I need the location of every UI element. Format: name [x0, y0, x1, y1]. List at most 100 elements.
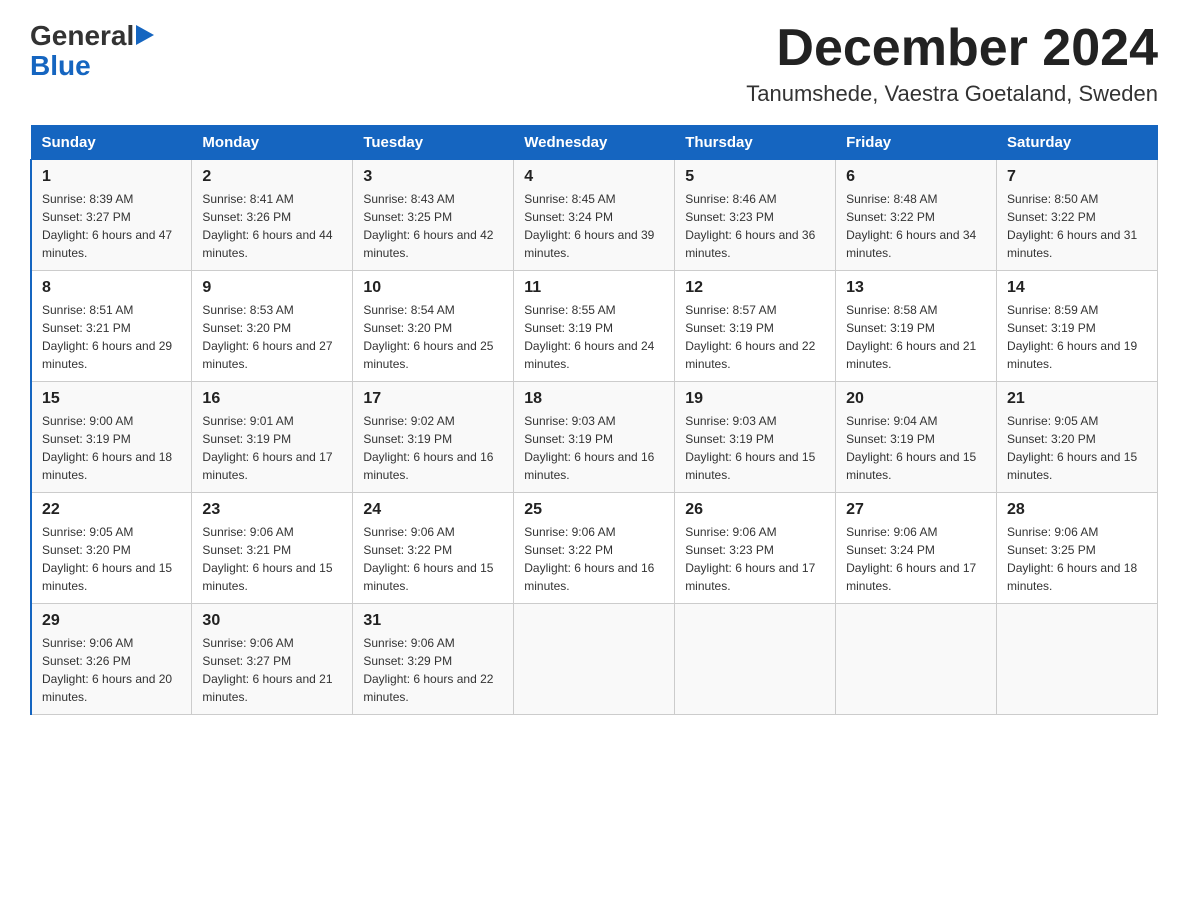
day-number: 25	[524, 501, 664, 519]
column-header-saturday: Saturday	[997, 126, 1158, 160]
day-number: 24	[363, 501, 503, 519]
day-number: 18	[524, 390, 664, 408]
calendar-day-cell: 21 Sunrise: 9:05 AMSunset: 3:20 PMDaylig…	[997, 382, 1158, 493]
calendar-day-cell: 14 Sunrise: 8:59 AMSunset: 3:19 PMDaylig…	[997, 271, 1158, 382]
day-number: 30	[202, 612, 342, 630]
day-info: Sunrise: 9:03 AMSunset: 3:19 PMDaylight:…	[524, 412, 664, 484]
day-number: 17	[363, 390, 503, 408]
calendar-day-cell: 22 Sunrise: 9:05 AMSunset: 3:20 PMDaylig…	[31, 493, 192, 604]
day-info: Sunrise: 9:06 AMSunset: 3:21 PMDaylight:…	[202, 523, 342, 595]
day-info: Sunrise: 9:05 AMSunset: 3:20 PMDaylight:…	[1007, 412, 1147, 484]
calendar-week-row: 1 Sunrise: 8:39 AMSunset: 3:27 PMDayligh…	[31, 160, 1158, 271]
day-info: Sunrise: 8:57 AMSunset: 3:19 PMDaylight:…	[685, 301, 825, 373]
day-info: Sunrise: 9:04 AMSunset: 3:19 PMDaylight:…	[846, 412, 986, 484]
calendar-day-cell: 5 Sunrise: 8:46 AMSunset: 3:23 PMDayligh…	[675, 160, 836, 271]
day-number: 26	[685, 501, 825, 519]
day-number: 20	[846, 390, 986, 408]
calendar-day-cell: 10 Sunrise: 8:54 AMSunset: 3:20 PMDaylig…	[353, 271, 514, 382]
calendar-day-cell: 6 Sunrise: 8:48 AMSunset: 3:22 PMDayligh…	[836, 160, 997, 271]
day-info: Sunrise: 9:06 AMSunset: 3:27 PMDaylight:…	[202, 634, 342, 706]
day-info: Sunrise: 8:50 AMSunset: 3:22 PMDaylight:…	[1007, 190, 1147, 262]
day-info: Sunrise: 8:39 AMSunset: 3:27 PMDaylight:…	[42, 190, 181, 262]
day-number: 15	[42, 390, 181, 408]
day-number: 6	[846, 168, 986, 186]
day-info: Sunrise: 8:59 AMSunset: 3:19 PMDaylight:…	[1007, 301, 1147, 373]
day-info: Sunrise: 9:06 AMSunset: 3:26 PMDaylight:…	[42, 634, 181, 706]
logo-arrow-icon	[136, 25, 154, 45]
column-header-tuesday: Tuesday	[353, 126, 514, 160]
day-number: 23	[202, 501, 342, 519]
day-info: Sunrise: 9:06 AMSunset: 3:22 PMDaylight:…	[524, 523, 664, 595]
day-number: 7	[1007, 168, 1147, 186]
day-number: 13	[846, 279, 986, 297]
calendar-day-cell: 30 Sunrise: 9:06 AMSunset: 3:27 PMDaylig…	[192, 604, 353, 715]
day-info: Sunrise: 8:51 AMSunset: 3:21 PMDaylight:…	[42, 301, 181, 373]
calendar-day-cell: 15 Sunrise: 9:00 AMSunset: 3:19 PMDaylig…	[31, 382, 192, 493]
day-number: 8	[42, 279, 181, 297]
day-number: 10	[363, 279, 503, 297]
day-info: Sunrise: 8:41 AMSunset: 3:26 PMDaylight:…	[202, 190, 342, 262]
day-info: Sunrise: 9:00 AMSunset: 3:19 PMDaylight:…	[42, 412, 181, 484]
location-subtitle: Tanumshede, Vaestra Goetaland, Sweden	[746, 81, 1158, 107]
calendar-week-row: 22 Sunrise: 9:05 AMSunset: 3:20 PMDaylig…	[31, 493, 1158, 604]
column-header-sunday: Sunday	[31, 126, 192, 160]
day-number: 11	[524, 279, 664, 297]
column-header-monday: Monday	[192, 126, 353, 160]
calendar-day-cell: 28 Sunrise: 9:06 AMSunset: 3:25 PMDaylig…	[997, 493, 1158, 604]
day-number: 16	[202, 390, 342, 408]
calendar-day-cell: 23 Sunrise: 9:06 AMSunset: 3:21 PMDaylig…	[192, 493, 353, 604]
calendar-day-cell: 31 Sunrise: 9:06 AMSunset: 3:29 PMDaylig…	[353, 604, 514, 715]
calendar-day-cell	[514, 604, 675, 715]
day-number: 12	[685, 279, 825, 297]
title-block: December 2024 Tanumshede, Vaestra Goetal…	[746, 20, 1158, 107]
calendar-day-cell: 18 Sunrise: 9:03 AMSunset: 3:19 PMDaylig…	[514, 382, 675, 493]
day-info: Sunrise: 8:46 AMSunset: 3:23 PMDaylight:…	[685, 190, 825, 262]
calendar-day-cell	[675, 604, 836, 715]
day-info: Sunrise: 9:06 AMSunset: 3:24 PMDaylight:…	[846, 523, 986, 595]
calendar-day-cell: 26 Sunrise: 9:06 AMSunset: 3:23 PMDaylig…	[675, 493, 836, 604]
day-number: 22	[42, 501, 181, 519]
logo: General Blue	[30, 20, 154, 82]
column-header-friday: Friday	[836, 126, 997, 160]
day-number: 29	[42, 612, 181, 630]
calendar-day-cell: 2 Sunrise: 8:41 AMSunset: 3:26 PMDayligh…	[192, 160, 353, 271]
day-number: 19	[685, 390, 825, 408]
calendar-day-cell: 8 Sunrise: 8:51 AMSunset: 3:21 PMDayligh…	[31, 271, 192, 382]
day-info: Sunrise: 9:06 AMSunset: 3:22 PMDaylight:…	[363, 523, 503, 595]
day-info: Sunrise: 9:02 AMSunset: 3:19 PMDaylight:…	[363, 412, 503, 484]
calendar-day-cell	[836, 604, 997, 715]
calendar-day-cell: 1 Sunrise: 8:39 AMSunset: 3:27 PMDayligh…	[31, 160, 192, 271]
day-number: 9	[202, 279, 342, 297]
day-number: 2	[202, 168, 342, 186]
month-year-title: December 2024	[746, 20, 1158, 77]
day-info: Sunrise: 9:06 AMSunset: 3:25 PMDaylight:…	[1007, 523, 1147, 595]
calendar-week-row: 29 Sunrise: 9:06 AMSunset: 3:26 PMDaylig…	[31, 604, 1158, 715]
calendar-day-cell: 20 Sunrise: 9:04 AMSunset: 3:19 PMDaylig…	[836, 382, 997, 493]
calendar-day-cell: 12 Sunrise: 8:57 AMSunset: 3:19 PMDaylig…	[675, 271, 836, 382]
day-info: Sunrise: 9:06 AMSunset: 3:29 PMDaylight:…	[363, 634, 503, 706]
day-number: 14	[1007, 279, 1147, 297]
day-number: 27	[846, 501, 986, 519]
calendar-table: SundayMondayTuesdayWednesdayThursdayFrid…	[30, 125, 1158, 715]
day-number: 31	[363, 612, 503, 630]
day-info: Sunrise: 9:05 AMSunset: 3:20 PMDaylight:…	[42, 523, 181, 595]
day-info: Sunrise: 8:54 AMSunset: 3:20 PMDaylight:…	[363, 301, 503, 373]
day-info: Sunrise: 8:48 AMSunset: 3:22 PMDaylight:…	[846, 190, 986, 262]
day-number: 5	[685, 168, 825, 186]
day-info: Sunrise: 8:43 AMSunset: 3:25 PMDaylight:…	[363, 190, 503, 262]
calendar-day-cell: 9 Sunrise: 8:53 AMSunset: 3:20 PMDayligh…	[192, 271, 353, 382]
calendar-week-row: 8 Sunrise: 8:51 AMSunset: 3:21 PMDayligh…	[31, 271, 1158, 382]
calendar-day-cell: 27 Sunrise: 9:06 AMSunset: 3:24 PMDaylig…	[836, 493, 997, 604]
logo-blue-text: Blue	[30, 50, 91, 82]
calendar-day-cell: 25 Sunrise: 9:06 AMSunset: 3:22 PMDaylig…	[514, 493, 675, 604]
calendar-day-cell: 13 Sunrise: 8:58 AMSunset: 3:19 PMDaylig…	[836, 271, 997, 382]
calendar-day-cell: 24 Sunrise: 9:06 AMSunset: 3:22 PMDaylig…	[353, 493, 514, 604]
calendar-header-row: SundayMondayTuesdayWednesdayThursdayFrid…	[31, 126, 1158, 160]
day-info: Sunrise: 9:06 AMSunset: 3:23 PMDaylight:…	[685, 523, 825, 595]
logo-general-text: General	[30, 20, 134, 52]
calendar-day-cell: 16 Sunrise: 9:01 AMSunset: 3:19 PMDaylig…	[192, 382, 353, 493]
calendar-day-cell: 7 Sunrise: 8:50 AMSunset: 3:22 PMDayligh…	[997, 160, 1158, 271]
day-info: Sunrise: 8:58 AMSunset: 3:19 PMDaylight:…	[846, 301, 986, 373]
day-info: Sunrise: 9:01 AMSunset: 3:19 PMDaylight:…	[202, 412, 342, 484]
column-header-thursday: Thursday	[675, 126, 836, 160]
